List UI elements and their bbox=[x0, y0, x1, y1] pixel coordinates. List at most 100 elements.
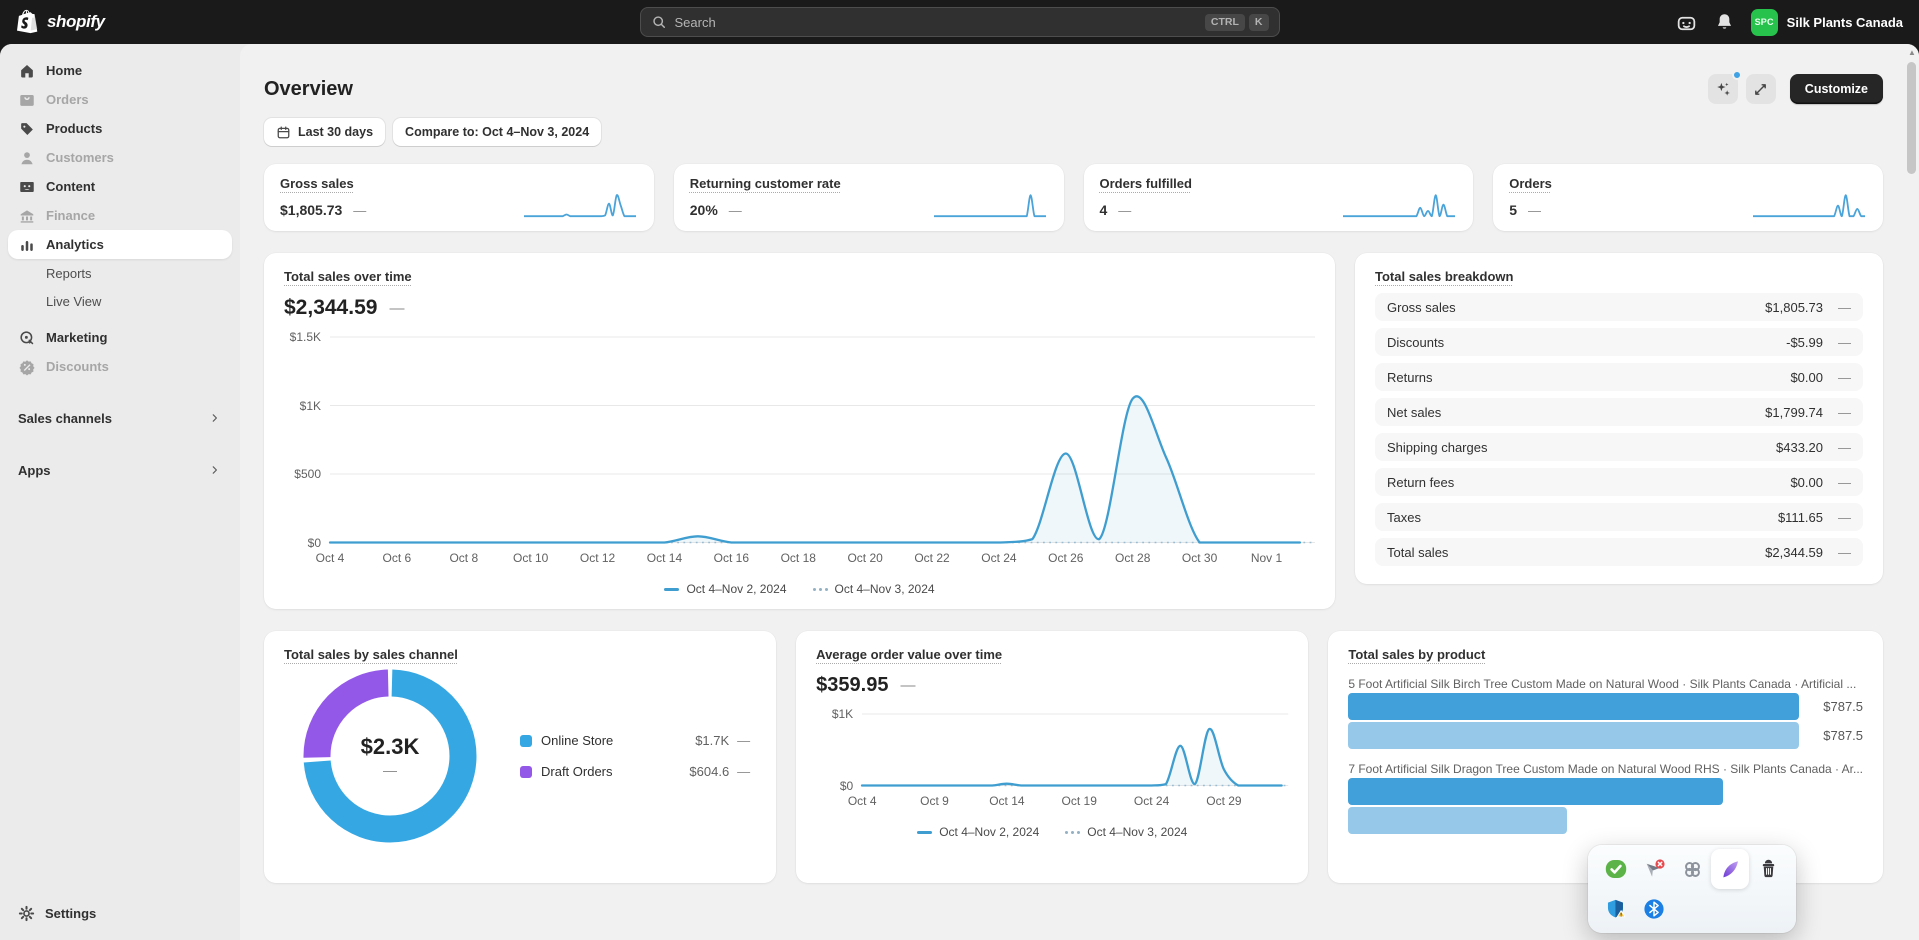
check-badge-icon bbox=[1604, 857, 1628, 881]
gear-icon bbox=[18, 905, 35, 922]
tray-bluetooth-button[interactable] bbox=[1635, 889, 1673, 929]
product-bar-light[interactable] bbox=[1348, 807, 1567, 834]
topbar: shopify Search CTRL K SPC Silk Plants Ca… bbox=[0, 0, 1919, 44]
insights-button[interactable] bbox=[1707, 70, 1742, 104]
sidebar-item-live-view[interactable]: Live View bbox=[8, 287, 232, 315]
channel-donut-chart: $2.3K — bbox=[302, 668, 478, 844]
sidebar-item-label: Analytics bbox=[46, 237, 104, 252]
sidebar-item-customers[interactable]: Customers bbox=[8, 143, 232, 172]
sidebar-item-finance[interactable]: Finance bbox=[8, 201, 232, 230]
search-input[interactable]: Search CTRL K bbox=[639, 7, 1280, 37]
tray-feather-pen-button[interactable] bbox=[1711, 849, 1749, 889]
product-bar-dark[interactable] bbox=[1348, 693, 1800, 720]
x-tick-label: Oct 14 bbox=[646, 551, 683, 565]
channel-title[interactable]: Total sales by sales channel bbox=[284, 647, 458, 662]
trend-dash: — bbox=[1838, 334, 1851, 350]
breakdown-label: Discounts bbox=[1387, 334, 1445, 350]
product-bar-dark[interactable] bbox=[1348, 778, 1724, 805]
channel-body: $2.3K — Online Store $1.7K — Draft Orders $60… bbox=[284, 668, 756, 844]
product-bar-light[interactable] bbox=[1348, 722, 1800, 749]
sidebar-item-marketing[interactable]: Marketing bbox=[8, 323, 232, 352]
total-sales-chart: $1.5K $1K $500 $0 Oct 4 Oct 6 Oct 8 Oct 10 Oct 1… bbox=[284, 330, 1315, 596]
legend-comparison-period: Oct 4–Nov 3, 2024 bbox=[812, 582, 935, 596]
tray-extension-clover-button[interactable] bbox=[1673, 849, 1711, 889]
channel-legend-draft-orders[interactable]: Draft Orders $604.6 — bbox=[520, 756, 750, 787]
shopify-bag-icon bbox=[16, 9, 40, 35]
product-item: 5 Foot Artificial Silk Birch Tree Custom… bbox=[1348, 677, 1863, 749]
ctrl-key: CTRL bbox=[1204, 13, 1245, 31]
breakdown-row-shipping-charges[interactable]: Shipping charges $433.20 — bbox=[1375, 433, 1863, 461]
breakdown-row-returns[interactable]: Returns $0.00 — bbox=[1375, 363, 1863, 391]
notifications-button[interactable] bbox=[1714, 12, 1735, 33]
metric-sparkline bbox=[1753, 192, 1865, 218]
metric-value: 20% bbox=[689, 202, 718, 218]
breakdown-value: $0.00 bbox=[1790, 369, 1823, 385]
sidebar-item-analytics[interactable]: Analytics bbox=[8, 230, 232, 259]
sidebar-item-settings[interactable]: Settings bbox=[8, 898, 232, 928]
compare-button[interactable]: Compare to: Oct 4–Nov 3, 2024 bbox=[393, 118, 602, 146]
channel-value: $604.6 bbox=[689, 764, 730, 779]
trend-dash: — bbox=[1118, 202, 1132, 218]
scrollbar-up-arrow[interactable]: ▲ bbox=[1907, 48, 1917, 58]
channel-legend: Online Store $1.7K — Draft Orders $604.6 — bbox=[520, 725, 750, 787]
sales-by-channel-card: Total sales by sales channel $2.3K — Onli… bbox=[264, 631, 777, 883]
metric-title: Orders bbox=[1509, 176, 1552, 191]
x-tick-label: Oct 30 bbox=[1181, 551, 1218, 565]
system-tray-flyout bbox=[1588, 845, 1796, 933]
channel-legend-online-store[interactable]: Online Store $1.7K — bbox=[520, 725, 750, 756]
metric-card-gross-sales[interactable]: Gross sales $1,805.73 — bbox=[264, 164, 654, 231]
page-scrollbar[interactable]: ▲ bbox=[1907, 48, 1917, 936]
tray-check-badge-button[interactable] bbox=[1597, 849, 1635, 889]
tray-trash-button[interactable] bbox=[1749, 849, 1787, 889]
search-placeholder: Search bbox=[674, 14, 716, 30]
breakdown-row-net-sales[interactable]: Net sales $1,799.74 — bbox=[1375, 398, 1863, 426]
sidebar-item-orders[interactable]: Orders bbox=[8, 85, 232, 114]
x-tick-label: Oct 16 bbox=[713, 551, 750, 565]
breakdown-row-discounts[interactable]: Discounts -$5.99 — bbox=[1375, 328, 1863, 356]
product-title[interactable]: Total sales by product bbox=[1348, 647, 1485, 662]
sidebar-section-sales-channels[interactable]: Sales channels bbox=[8, 403, 232, 433]
chart-legend: Oct 4–Nov 2, 2024 Oct 4–Nov 3, 2024 bbox=[816, 825, 1288, 839]
total-sales-value-row: $2,344.59 — bbox=[284, 296, 1315, 320]
sidebar-item-content[interactable]: Content bbox=[8, 172, 232, 201]
channel-value: $1.7K bbox=[695, 733, 730, 748]
tray-security-shield-button[interactable] bbox=[1597, 889, 1635, 929]
x-tick-label: Oct 28 bbox=[1115, 551, 1151, 565]
fullscreen-button[interactable] bbox=[1745, 74, 1776, 104]
customers-icon bbox=[18, 149, 36, 167]
scrollbar-thumb[interactable] bbox=[1907, 62, 1916, 174]
solid-line-swatch bbox=[917, 830, 933, 834]
breakdown-label: Returns bbox=[1387, 369, 1433, 385]
breakdown-title[interactable]: Total sales breakdown bbox=[1375, 269, 1513, 284]
metric-card-orders[interactable]: Orders 5 — bbox=[1493, 164, 1883, 231]
solid-line-swatch bbox=[664, 587, 680, 591]
breakdown-row-taxes[interactable]: Taxes $111.65 — bbox=[1375, 503, 1863, 531]
sidebar-section-apps[interactable]: Apps bbox=[8, 455, 232, 485]
trend-dash: — bbox=[1838, 299, 1851, 315]
aov-title[interactable]: Average order value over time bbox=[816, 647, 1002, 662]
date-range-button[interactable]: Last 30 days bbox=[264, 118, 386, 146]
metric-card-orders-fulfilled[interactable]: Orders fulfilled 4 — bbox=[1083, 164, 1474, 231]
shopify-logo[interactable]: shopify bbox=[16, 9, 246, 35]
metric-card-returning-customer-rate[interactable]: Returning customer rate 20% — bbox=[673, 164, 1064, 231]
send-blocked-icon bbox=[1642, 857, 1667, 882]
breakdown-row-total-sales[interactable]: Total sales $2,344.59 — bbox=[1375, 538, 1863, 566]
sidebar-item-reports[interactable]: Reports bbox=[8, 259, 232, 287]
sidebar-item-home[interactable]: Home bbox=[8, 56, 232, 85]
sidebar-section-label: Apps bbox=[18, 462, 51, 478]
sidebar-section-label: Sales channels bbox=[18, 410, 112, 426]
sidebar-item-discounts[interactable]: Discounts bbox=[8, 352, 232, 381]
sidekick-button[interactable] bbox=[1675, 11, 1698, 34]
customize-button[interactable]: Customize bbox=[1789, 74, 1883, 104]
search-icon bbox=[651, 14, 667, 30]
sidebar-item-products[interactable]: Products bbox=[8, 114, 232, 143]
tray-send-blocked-button[interactable] bbox=[1635, 849, 1673, 889]
bell-icon bbox=[1714, 12, 1735, 33]
breakdown-row-gross-sales[interactable]: Gross sales $1,805.73 — bbox=[1375, 293, 1863, 321]
store-menu[interactable]: SPC Silk Plants Canada bbox=[1750, 8, 1903, 36]
breakdown-row-return-fees[interactable]: Return fees $0.00 — bbox=[1375, 468, 1863, 496]
breakdown-rows: Gross sales $1,805.73— Discounts -$5.99— Ret… bbox=[1375, 293, 1863, 566]
trend-dash: — bbox=[1838, 439, 1851, 455]
total-sales-title[interactable]: Total sales over time bbox=[284, 269, 412, 284]
x-tick-label: Oct 9 bbox=[920, 794, 949, 808]
